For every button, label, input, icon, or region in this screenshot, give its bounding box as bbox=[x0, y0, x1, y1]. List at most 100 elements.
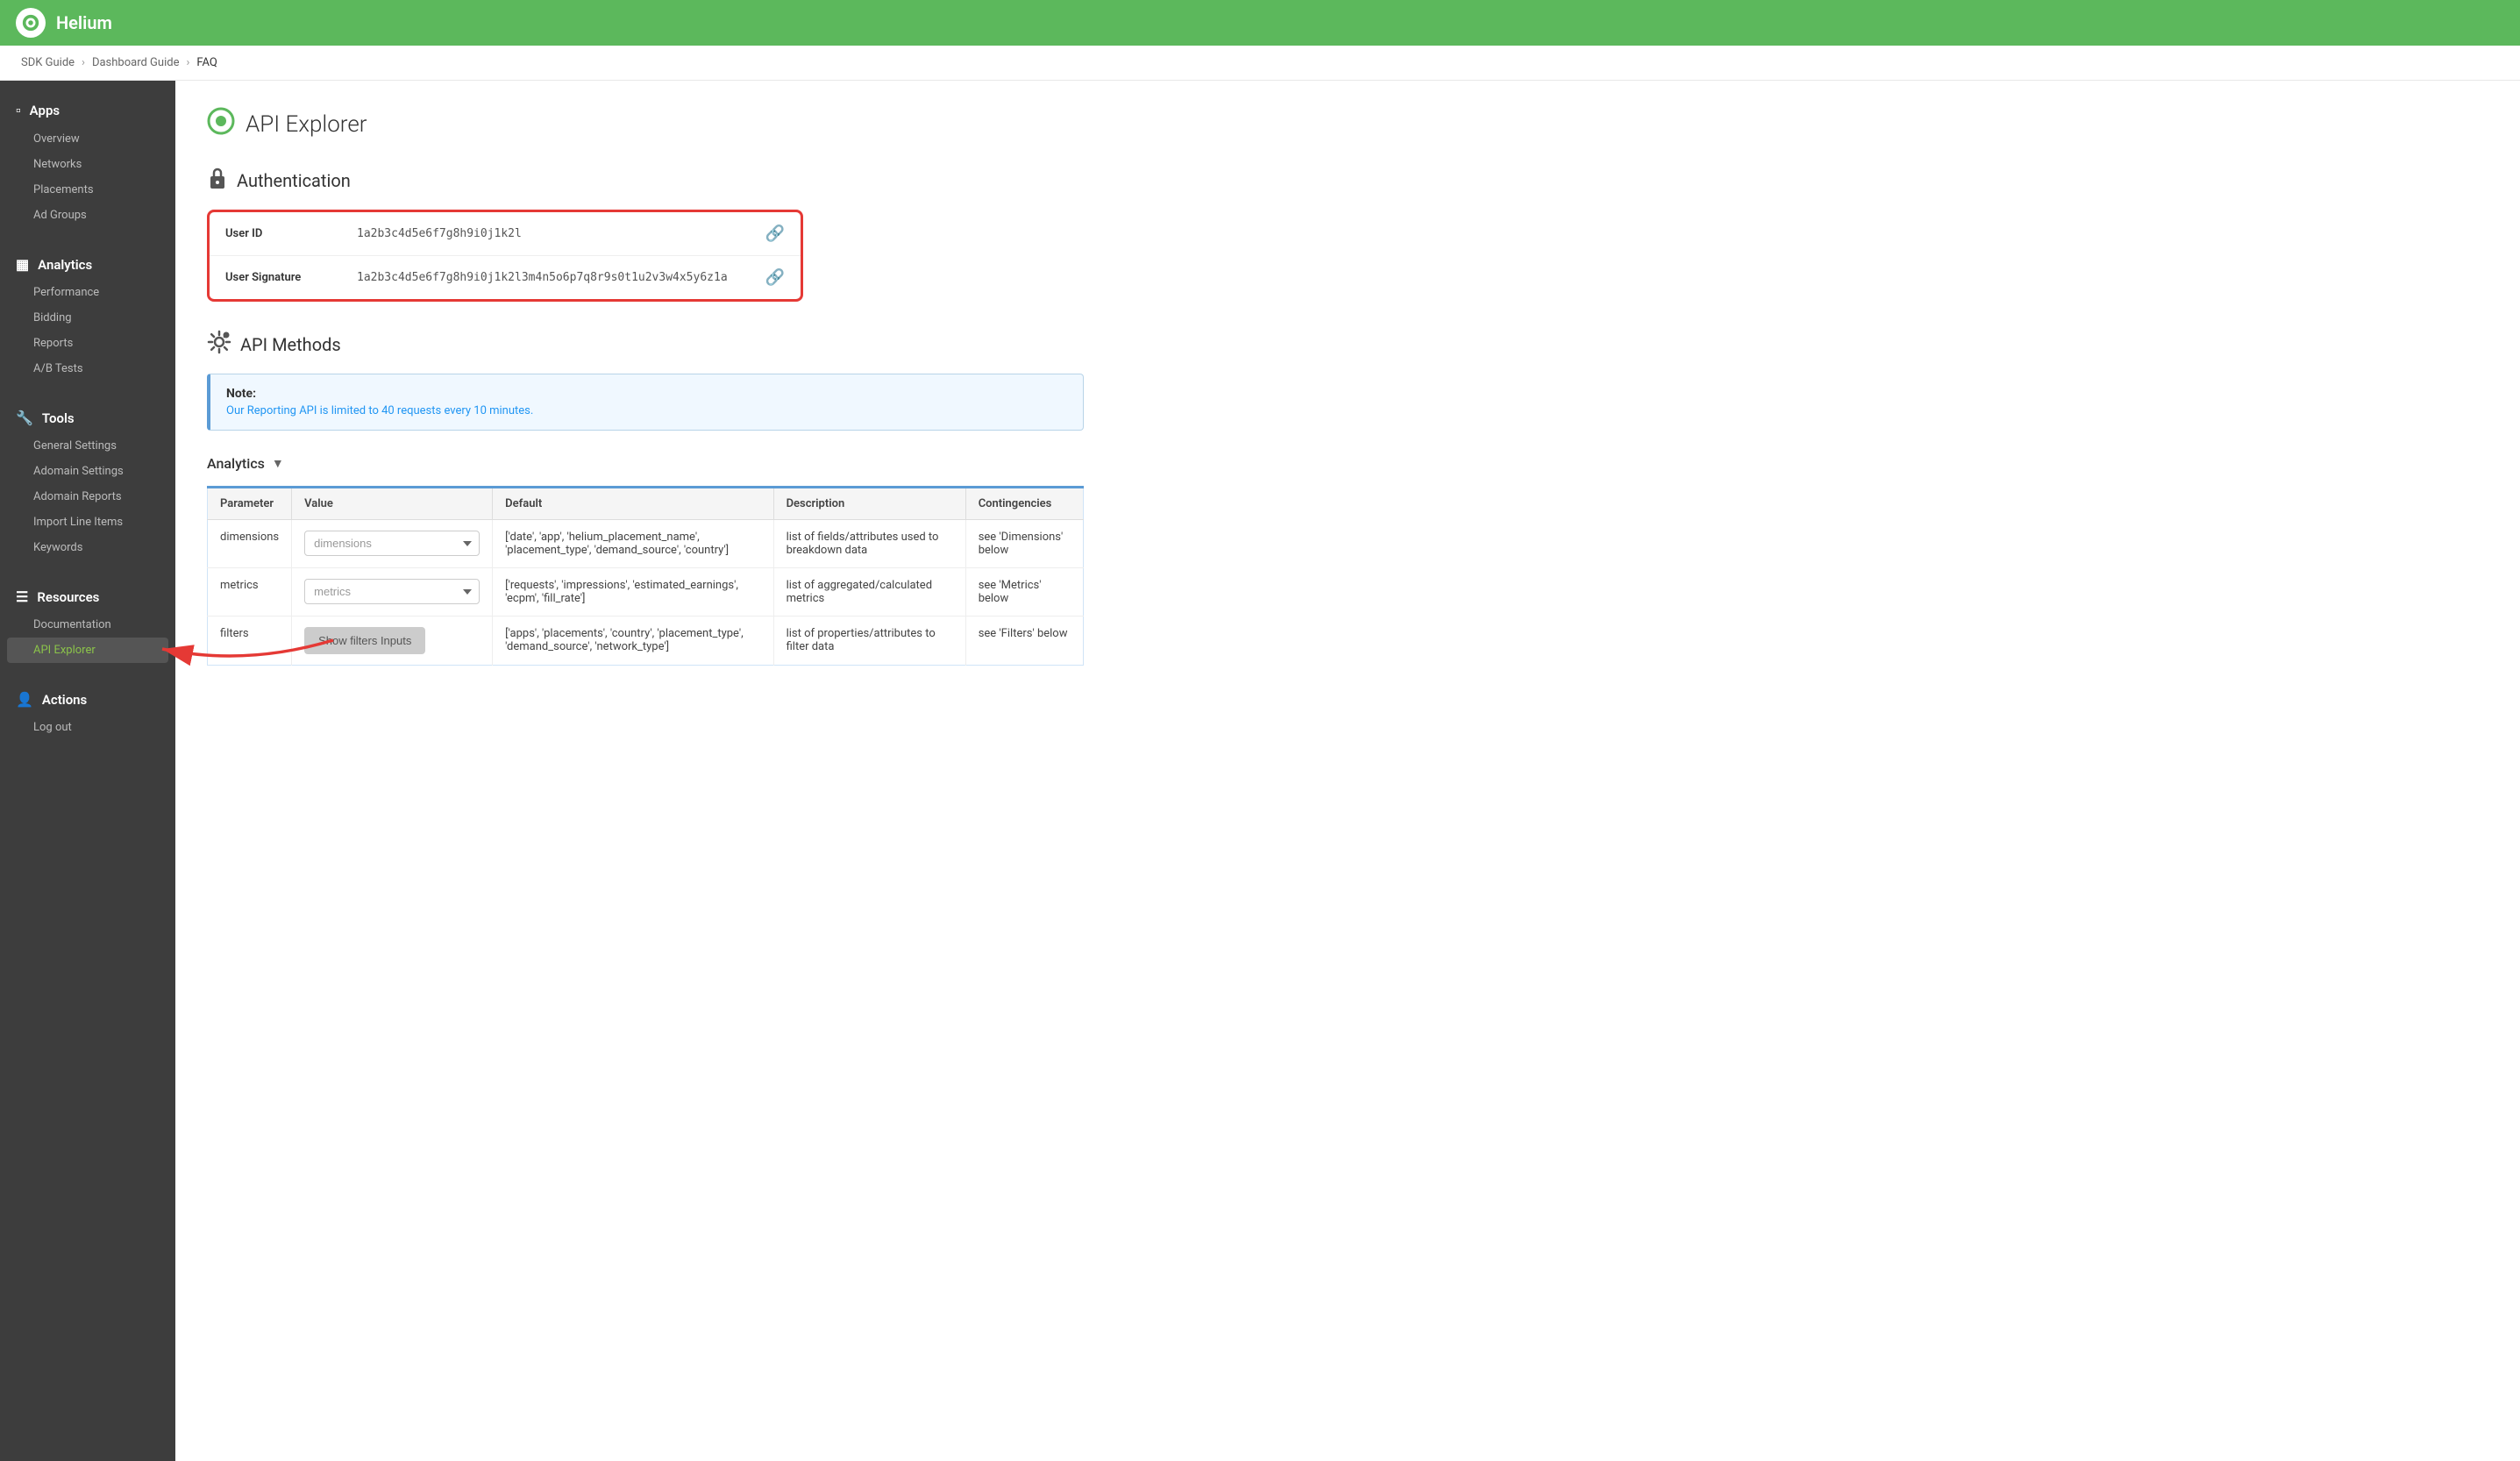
sidebar-apps-header[interactable]: ▫ Apps bbox=[0, 95, 175, 126]
col-default: Default bbox=[493, 488, 773, 520]
table-row: dimensions dimensions ['date', 'app', 'h… bbox=[208, 520, 1084, 568]
sidebar-apps-label: Apps bbox=[30, 103, 60, 118]
sidebar-section-actions: 👤 Actions Log out bbox=[0, 670, 175, 747]
col-description: Description bbox=[773, 488, 965, 520]
cont-metrics: see 'Metrics' below bbox=[965, 568, 1083, 616]
table-row: metrics metrics ['requests', 'impression… bbox=[208, 568, 1084, 616]
main-layout: ▫ Apps Overview Networks Placements Ad G… bbox=[0, 81, 2520, 1461]
page-title-row: API Explorer bbox=[207, 107, 2488, 141]
lock-icon bbox=[207, 166, 228, 196]
param-dimensions: dimensions bbox=[208, 520, 292, 568]
api-explorer-icon bbox=[207, 107, 235, 141]
sidebar-item-api-explorer[interactable]: API Explorer bbox=[7, 638, 168, 663]
note-box: Note: Our Reporting API is limited to 40… bbox=[207, 374, 1084, 431]
sidebar-actions-label: Actions bbox=[42, 692, 87, 708]
value-metrics: metrics bbox=[292, 568, 493, 616]
logo-icon bbox=[21, 13, 40, 32]
auth-section-header: Authentication bbox=[207, 166, 2488, 196]
user-sig-value: 1a2b3c4d5e6f7g8h9i0j1k2l3m4n5o6p7q8r9s0t… bbox=[357, 271, 765, 284]
sidebar-tools-label: Tools bbox=[42, 410, 75, 426]
sidebar-item-performance[interactable]: Performance bbox=[0, 280, 175, 305]
user-icon: 👤 bbox=[16, 691, 33, 708]
breadcrumb-sep-1: › bbox=[82, 56, 85, 69]
cont-dimensions: see 'Dimensions' below bbox=[965, 520, 1083, 568]
note-title: Note: bbox=[226, 387, 1067, 401]
sidebar-item-logout[interactable]: Log out bbox=[0, 715, 175, 740]
table-row: filters Show filters Inputs ['apps', 'pl… bbox=[208, 616, 1084, 666]
list-icon: ☰ bbox=[16, 588, 28, 605]
sidebar-item-adomain-settings[interactable]: Adomain Settings bbox=[0, 459, 175, 484]
breadcrumb-current: FAQ bbox=[196, 56, 217, 69]
auth-card: User ID 1a2b3c4d5e6f7g8h9i0j1k2l 🔗 User … bbox=[207, 210, 803, 302]
sidebar-item-placements[interactable]: Placements bbox=[0, 177, 175, 203]
desc-filters: list of properties/attributes to filter … bbox=[773, 616, 965, 666]
default-dimensions: ['date', 'app', 'helium_placement_name',… bbox=[493, 520, 773, 568]
sidebar-item-abtests[interactable]: A/B Tests bbox=[0, 356, 175, 381]
user-sig-link-icon[interactable]: 🔗 bbox=[765, 268, 785, 287]
user-sig-label: User Signature bbox=[225, 271, 357, 284]
sidebar-resources-label: Resources bbox=[37, 589, 99, 605]
user-id-label: User ID bbox=[225, 227, 357, 240]
param-filters: filters bbox=[208, 616, 292, 666]
sidebar-item-keywords[interactable]: Keywords bbox=[0, 535, 175, 560]
api-methods-section-header: API Methods bbox=[207, 330, 2488, 360]
sidebar-resources-header[interactable]: ☰ Resources bbox=[0, 581, 175, 612]
sidebar-actions-header[interactable]: 👤 Actions bbox=[0, 684, 175, 715]
api-methods-title: API Methods bbox=[240, 334, 341, 355]
breadcrumb-sep-2: › bbox=[186, 56, 189, 69]
sidebar-analytics-label: Analytics bbox=[38, 257, 92, 273]
user-id-link-icon[interactable]: 🔗 bbox=[765, 224, 785, 243]
sidebar: ▫ Apps Overview Networks Placements Ad G… bbox=[0, 81, 175, 1461]
sidebar-item-networks[interactable]: Networks bbox=[0, 152, 175, 177]
breadcrumb-sdk-guide[interactable]: SDK Guide bbox=[21, 56, 75, 69]
sidebar-analytics-header[interactable]: ▦ Analytics bbox=[0, 249, 175, 280]
table-header-row: Parameter Value Default Description Cont… bbox=[208, 488, 1084, 520]
user-id-value: 1a2b3c4d5e6f7g8h9i0j1k2l bbox=[357, 227, 765, 240]
sidebar-item-overview[interactable]: Overview bbox=[0, 126, 175, 152]
dimensions-select[interactable]: dimensions bbox=[304, 531, 480, 556]
desc-dimensions: list of fields/attributes used to breakd… bbox=[773, 520, 965, 568]
breadcrumb-dashboard-guide[interactable]: Dashboard Guide bbox=[92, 56, 180, 69]
analytics-dropdown[interactable]: Analytics ▼ bbox=[207, 455, 2488, 472]
metrics-select[interactable]: metrics bbox=[304, 579, 480, 604]
sidebar-item-reports[interactable]: Reports bbox=[0, 331, 175, 356]
analytics-dropdown-label: Analytics bbox=[207, 455, 265, 472]
breadcrumb: SDK Guide › Dashboard Guide › FAQ bbox=[0, 46, 2520, 81]
sidebar-item-bidding[interactable]: Bidding bbox=[0, 305, 175, 331]
content-area: API Explorer Authentication User ID 1a2b… bbox=[175, 81, 2520, 1461]
sidebar-tools-header[interactable]: 🔧 Tools bbox=[0, 403, 175, 433]
chevron-down-icon: ▼ bbox=[272, 456, 284, 471]
note-text: Our Reporting API is limited to 40 reque… bbox=[226, 404, 1067, 417]
logo bbox=[16, 8, 46, 38]
gear-icon bbox=[207, 330, 231, 360]
default-filters: ['apps', 'placements', 'country', 'place… bbox=[493, 616, 773, 666]
value-dimensions: dimensions bbox=[292, 520, 493, 568]
sidebar-item-import-line-items[interactable]: Import Line Items bbox=[0, 510, 175, 535]
auth-user-id-row: User ID 1a2b3c4d5e6f7g8h9i0j1k2l 🔗 bbox=[210, 212, 801, 256]
chart-icon: ▦ bbox=[16, 256, 29, 273]
sidebar-item-documentation[interactable]: Documentation bbox=[0, 612, 175, 638]
sidebar-item-general-settings[interactable]: General Settings bbox=[0, 433, 175, 459]
col-value: Value bbox=[292, 488, 493, 520]
page-title: API Explorer bbox=[246, 111, 367, 138]
sidebar-item-adomain-reports[interactable]: Adomain Reports bbox=[0, 484, 175, 510]
col-parameter: Parameter bbox=[208, 488, 292, 520]
default-metrics: ['requests', 'impressions', 'estimated_e… bbox=[493, 568, 773, 616]
wrench-icon: 🔧 bbox=[16, 410, 33, 426]
phone-icon: ▫ bbox=[16, 102, 21, 119]
show-filters-button[interactable]: Show filters Inputs bbox=[304, 627, 425, 654]
auth-section-title: Authentication bbox=[237, 170, 351, 191]
value-filters: Show filters Inputs bbox=[292, 616, 493, 666]
sidebar-item-adgroups[interactable]: Ad Groups bbox=[0, 203, 175, 228]
auth-user-sig-row: User Signature 1a2b3c4d5e6f7g8h9i0j1k2l3… bbox=[210, 256, 801, 299]
param-metrics: metrics bbox=[208, 568, 292, 616]
sidebar-section-tools: 🔧 Tools General Settings Adomain Setting… bbox=[0, 388, 175, 567]
desc-metrics: list of aggregated/calculated metrics bbox=[773, 568, 965, 616]
sidebar-section-resources: ☰ Resources Documentation API Explorer bbox=[0, 567, 175, 670]
params-table: Parameter Value Default Description Cont… bbox=[207, 486, 1084, 666]
app-title: Helium bbox=[56, 12, 112, 33]
topbar: Helium bbox=[0, 0, 2520, 46]
sidebar-section-apps: ▫ Apps Overview Networks Placements Ad G… bbox=[0, 81, 175, 235]
cont-filters: see 'Filters' below bbox=[965, 616, 1083, 666]
sidebar-section-analytics: ▦ Analytics Performance Bidding Reports … bbox=[0, 235, 175, 388]
